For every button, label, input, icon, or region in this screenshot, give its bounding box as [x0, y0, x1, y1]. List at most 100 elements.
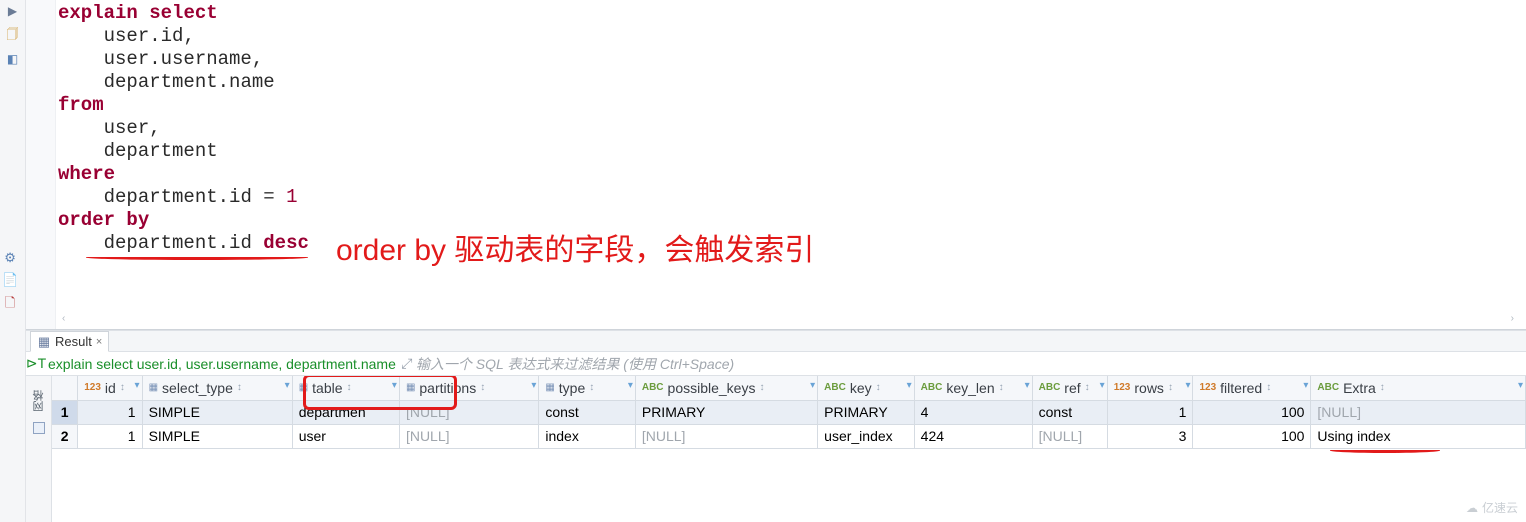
watermark-text: 亿速云 — [1482, 499, 1518, 516]
red-underline-using-index — [1330, 448, 1440, 453]
cell-type[interactable]: index — [539, 424, 636, 448]
ident-department: department — [104, 232, 218, 254]
cell-key[interactable]: PRIMARY — [818, 400, 915, 424]
refresh-icon[interactable]: 📄 — [2, 272, 18, 288]
cell-key-len[interactable]: 424 — [914, 424, 1032, 448]
rollback-icon[interactable]: ◧ — [6, 52, 20, 66]
scroll-right-icon[interactable]: › — [1511, 313, 1514, 324]
execute-icon[interactable]: ▶ — [6, 4, 20, 18]
filter-icon[interactable]: ▾ — [1185, 380, 1190, 391]
ident-department: department — [104, 186, 218, 208]
cell-select-type[interactable]: SIMPLE — [142, 424, 292, 448]
filter-icon[interactable]: ▾ — [1100, 380, 1105, 391]
filter-icon[interactable]: ▾ — [810, 380, 815, 391]
kw-desc: desc — [263, 232, 309, 254]
cell-ref[interactable]: [NULL] — [1032, 424, 1107, 448]
watermark: ☁ 亿速云 — [1466, 499, 1518, 516]
executed-query-text: explain select user.id, user.username, d… — [46, 356, 398, 372]
col-header-extra[interactable]: ABCExtra↕▾ — [1311, 376, 1526, 400]
sql-code[interactable]: explain select user.id, user.username, d… — [58, 2, 309, 255]
filter-icon[interactable]: ▾ — [135, 380, 140, 391]
grid-mode-label[interactable]: 网格 — [31, 390, 47, 412]
kw-explain: explain — [58, 2, 138, 24]
col-header-key-len[interactable]: ABCkey_len↕▾ — [914, 376, 1032, 400]
kw-orderby: order by — [58, 209, 149, 231]
script-icon[interactable]: 🗍 — [6, 28, 20, 42]
col-header-filtered[interactable]: 123filtered↕▾ — [1193, 376, 1311, 400]
results-grid-container: 123id↕▾ ▦select_type↕▾ ▦table↕▾ ▦partiti… — [52, 376, 1526, 522]
filter-input[interactable]: 输入一个 SQL 表达式来过滤结果 (使用 Ctrl+Space) — [416, 354, 734, 374]
cell-id[interactable]: 1 — [78, 400, 142, 424]
cell-partitions[interactable]: [NULL] — [399, 400, 538, 424]
cloud-icon: ☁ — [1466, 501, 1478, 515]
filter-icon[interactable]: ▾ — [1518, 380, 1523, 391]
expand-icon[interactable]: ⤢ — [398, 355, 416, 372]
ident-user: user — [104, 48, 150, 70]
filter-icon[interactable]: ▾ — [1303, 380, 1308, 391]
ident-user: user — [104, 25, 150, 47]
grid-mode-toggle-icon[interactable] — [33, 422, 45, 434]
results-table: 123id↕▾ ▦select_type↕▾ ▦table↕▾ ▦partiti… — [52, 376, 1526, 449]
filter-row: ⊳T explain select user.id, user.username… — [26, 352, 1526, 376]
col-header-rows[interactable]: 123rows↕▾ — [1107, 376, 1193, 400]
results-panel: 网格 123id↕▾ ▦select_type↕▾ ▦table↕▾ ▦part… — [26, 376, 1526, 522]
tab-result[interactable]: ▦ Result × — [30, 331, 109, 352]
table-row[interactable]: 1 1 SIMPLE departmen [NULL] const PRIMAR… — [52, 400, 1526, 424]
cell-table[interactable]: user — [292, 424, 399, 448]
editor-gutter — [26, 0, 56, 329]
editor-side-actions: ⚙ 📄 🗋 — [2, 250, 18, 316]
results-side-toolbar: 网格 — [26, 376, 52, 522]
filter-icon[interactable]: ▾ — [907, 380, 912, 391]
cell-select-type[interactable]: SIMPLE — [142, 400, 292, 424]
cell-filtered[interactable]: 100 — [1193, 400, 1311, 424]
col-header-key[interactable]: ABCkey↕▾ — [818, 376, 915, 400]
cell-table[interactable]: departmen — [292, 400, 399, 424]
table-row[interactable]: 2 1 SIMPLE user [NULL] index [NULL] user… — [52, 424, 1526, 448]
corner-cell — [52, 376, 78, 400]
col-header-id[interactable]: 123id↕▾ — [78, 376, 142, 400]
cell-extra[interactable]: [NULL] — [1311, 400, 1526, 424]
tab-result-label: Result — [55, 334, 92, 349]
ident-user: user — [104, 117, 150, 139]
row-number[interactable]: 1 — [52, 400, 78, 424]
col-header-type[interactable]: ▦type↕▾ — [539, 376, 636, 400]
cell-rows[interactable]: 1 — [1107, 400, 1193, 424]
col-header-partitions[interactable]: ▦partitions↕▾ — [399, 376, 538, 400]
filter-icon[interactable]: ▾ — [392, 380, 397, 391]
cell-id[interactable]: 1 — [78, 424, 142, 448]
cell-possible-keys[interactable]: [NULL] — [635, 424, 817, 448]
red-underline-sql — [86, 255, 308, 260]
gear-icon[interactable]: ⚙ — [4, 250, 16, 266]
ident-department: department — [104, 71, 218, 93]
table-header-row: 123id↕▾ ▦select_type↕▾ ▦table↕▾ ▦partiti… — [52, 376, 1526, 400]
cell-ref[interactable]: const — [1032, 400, 1107, 424]
grid-icon: ▦ — [37, 335, 51, 349]
close-icon[interactable]: × — [96, 336, 102, 348]
export-icon[interactable]: 🗋 — [5, 294, 15, 316]
filter-icon[interactable]: ▾ — [285, 380, 290, 391]
filter-icon[interactable]: ▾ — [628, 380, 633, 391]
kw-where: where — [58, 163, 115, 185]
col-header-table[interactable]: ▦table↕▾ — [292, 376, 399, 400]
col-header-select-type[interactable]: ▦select_type↕▾ — [142, 376, 292, 400]
cell-partitions[interactable]: [NULL] — [399, 424, 538, 448]
kw-from: from — [58, 94, 104, 116]
annotation-text: order by 驱动表的字段，会触发索引 — [336, 235, 814, 267]
editor-horizontal-scrollbar[interactable]: ‹ › — [62, 313, 1514, 323]
cell-filtered[interactable]: 100 — [1193, 424, 1311, 448]
scroll-left-icon[interactable]: ‹ — [62, 313, 65, 324]
run-query-icon[interactable]: ⊳T — [26, 355, 46, 372]
cell-type[interactable]: const — [539, 400, 636, 424]
filter-icon[interactable]: ▾ — [1025, 380, 1030, 391]
cell-key-len[interactable]: 4 — [914, 400, 1032, 424]
cell-extra[interactable]: Using index — [1311, 424, 1526, 448]
row-number[interactable]: 2 — [52, 424, 78, 448]
cell-key[interactable]: user_index — [818, 424, 915, 448]
filter-icon[interactable]: ▾ — [531, 380, 536, 391]
ident-department: department — [104, 140, 218, 162]
cell-rows[interactable]: 3 — [1107, 424, 1193, 448]
col-header-possible-keys[interactable]: ABCpossible_keys↕▾ — [635, 376, 817, 400]
col-header-ref[interactable]: ABCref↕▾ — [1032, 376, 1107, 400]
cell-possible-keys[interactable]: PRIMARY — [635, 400, 817, 424]
sql-editor-area: ⚙ 📄 🗋 explain select user.id, user.usern… — [26, 0, 1526, 330]
